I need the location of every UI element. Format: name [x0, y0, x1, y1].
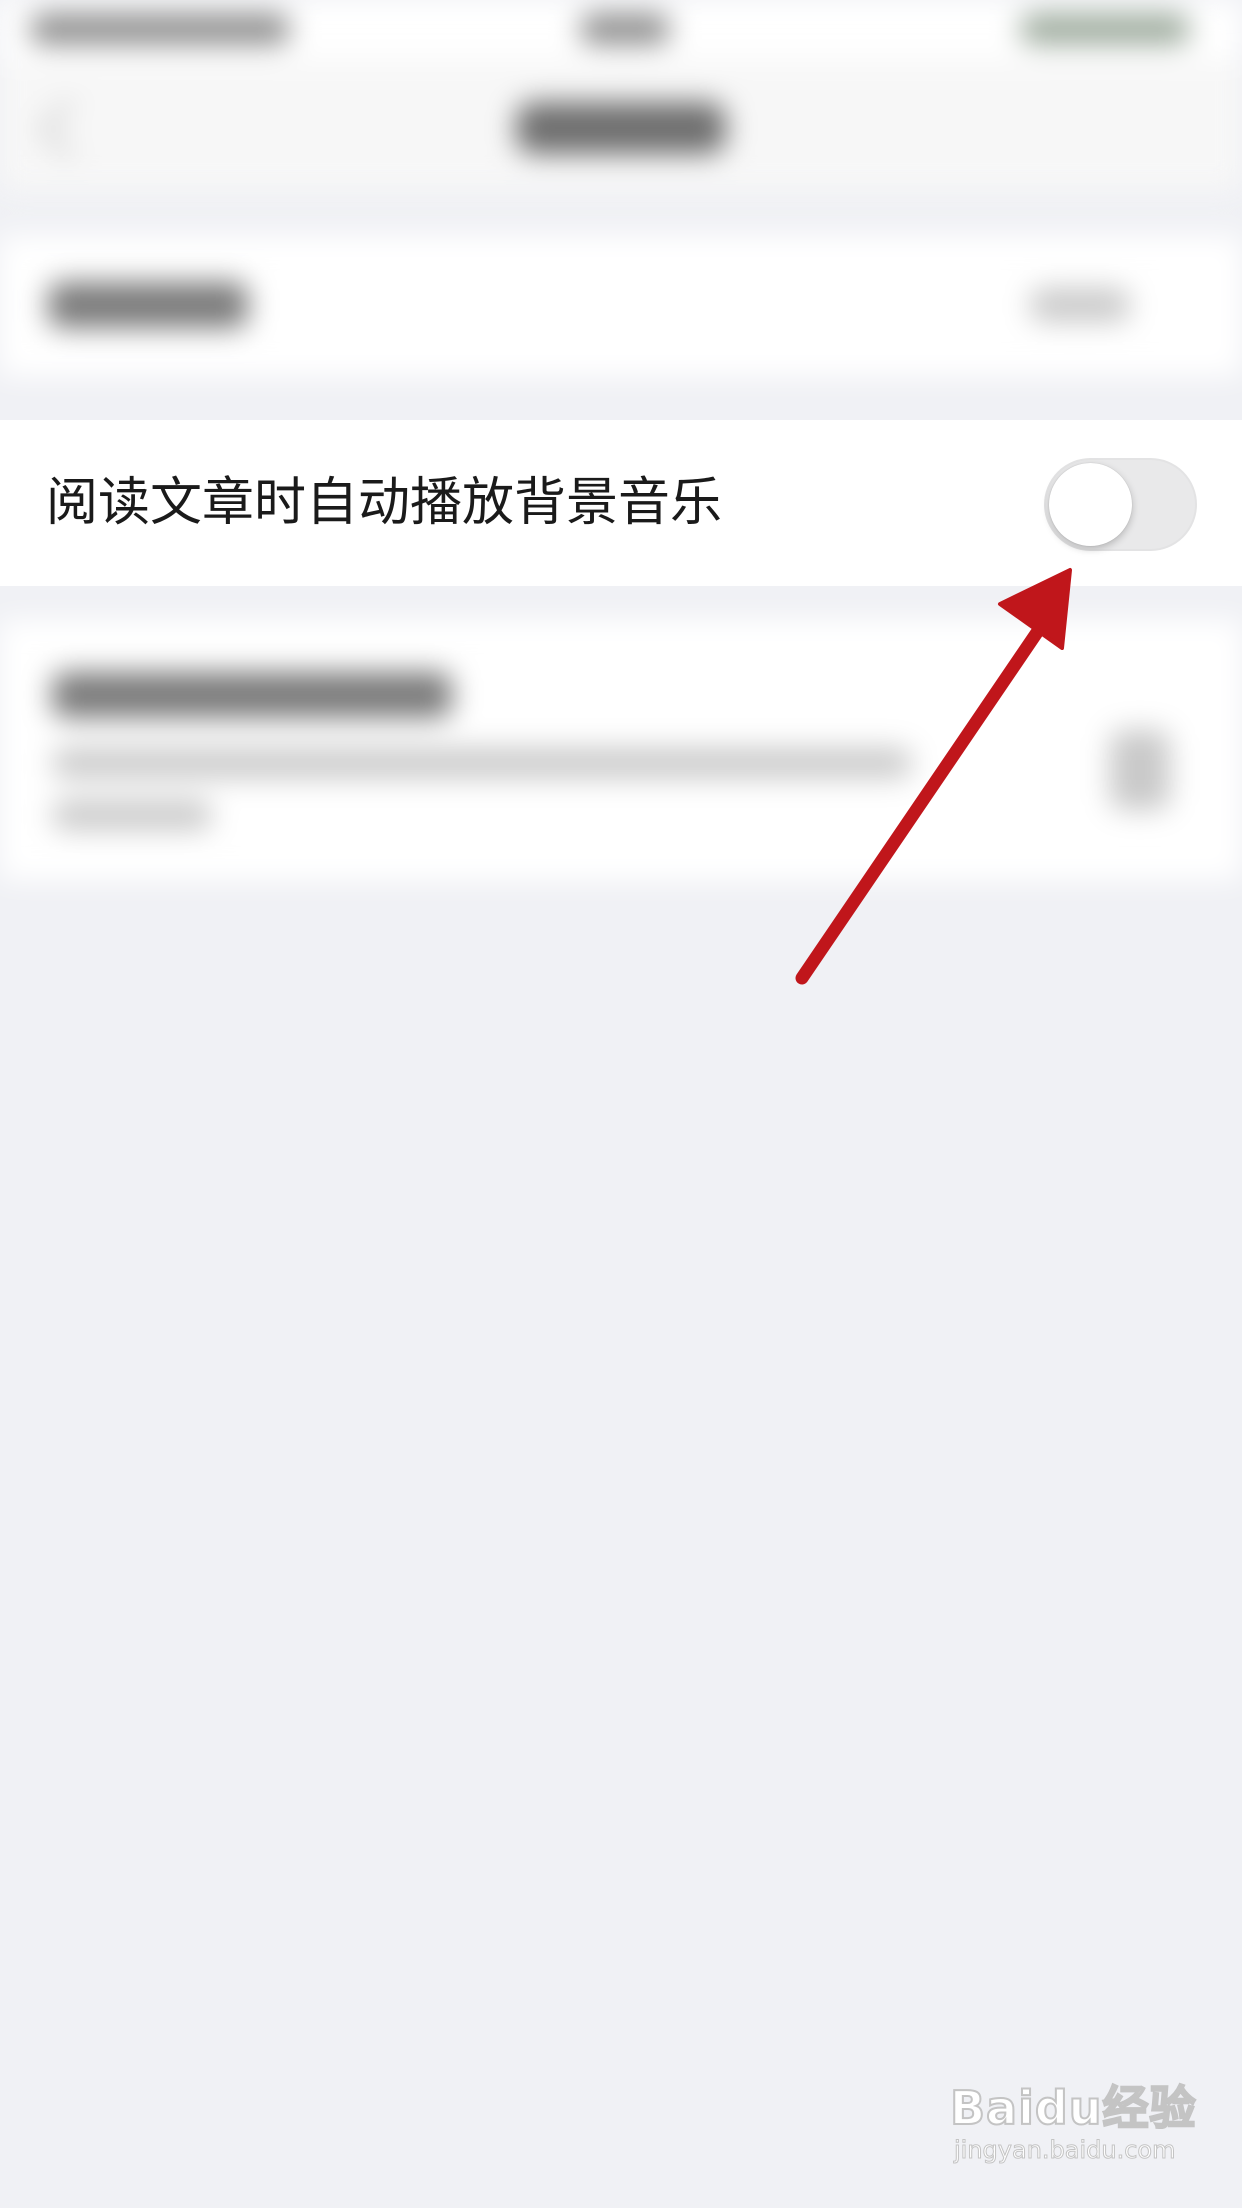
watermark-url: jingyan.baidu.com [953, 2136, 1176, 2165]
status-bar-time [580, 14, 670, 44]
blurred-setting-row-2[interactable] [0, 620, 1242, 880]
navigation-bar [0, 60, 1242, 190]
status-bar-battery [1020, 14, 1190, 44]
blurred-row-label [48, 282, 248, 328]
setting-label: 阅读文章时自动播放背景音乐 [46, 473, 723, 533]
blurred-row-description [52, 748, 912, 778]
blurred-setting-row-1[interactable] [0, 236, 1242, 376]
auto-play-music-toggle[interactable] [1044, 458, 1197, 551]
blurred-row-value [1030, 288, 1130, 322]
baidu-jingyan-watermark: Baidu经验 jingyan.baidu.com [949, 2072, 1197, 2182]
toggle-knob [1049, 463, 1132, 546]
page-title [516, 102, 726, 154]
blurred-row-chevron [1110, 730, 1170, 810]
blurred-row-description [52, 800, 212, 830]
back-icon[interactable] [39, 99, 99, 159]
blurred-row-label [52, 672, 452, 718]
status-bar [0, 0, 1242, 60]
watermark-logo: Baidu经验 [949, 2080, 1197, 2136]
setting-row-auto-play-music: 阅读文章时自动播放背景音乐 [0, 420, 1242, 586]
status-bar-carrier [30, 14, 290, 44]
